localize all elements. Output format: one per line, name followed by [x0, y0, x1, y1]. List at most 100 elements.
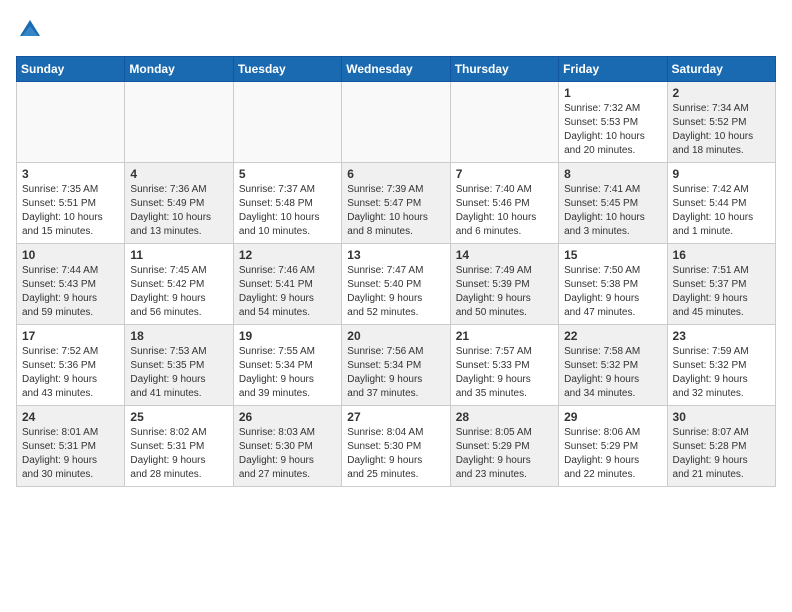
day-number: 14 [456, 248, 553, 262]
day-number: 24 [22, 410, 119, 424]
day-number: 20 [347, 329, 444, 343]
calendar-day-cell: 15 Sunrise: 7:50 AMSunset: 5:38 PMDayligh… [559, 244, 667, 325]
day-info: Sunrise: 7:56 AMSunset: 5:34 PMDaylight:… [347, 345, 444, 401]
calendar-day-cell: 27 Sunrise: 8:04 AMSunset: 5:30 PMDayligh… [342, 406, 450, 487]
day-number: 8 [564, 167, 661, 181]
day-number: 7 [456, 167, 553, 181]
calendar-day-cell: 26 Sunrise: 8:03 AMSunset: 5:30 PMDayligh… [233, 406, 341, 487]
calendar-day-cell: 24 Sunrise: 8:01 AMSunset: 5:31 PMDayligh… [17, 406, 125, 487]
day-info: Sunrise: 7:52 AMSunset: 5:36 PMDaylight:… [22, 345, 119, 401]
calendar-day-cell [17, 82, 125, 163]
calendar-day-cell: 9 Sunrise: 7:42 AMSunset: 5:44 PMDaylight… [667, 163, 775, 244]
calendar-day-cell: 25Sunrise: 8:02 AMSunset: 5:31 PMDayligh… [125, 406, 233, 487]
day-info: Sunrise: 7:58 AMSunset: 5:32 PMDaylight:… [564, 345, 661, 401]
calendar-day-cell: 6 Sunrise: 7:39 AMSunset: 5:47 PMDaylight… [342, 163, 450, 244]
day-number: 1 [564, 86, 661, 100]
day-info: Sunrise: 7:51 AMSunset: 5:37 PMDaylight:… [673, 264, 770, 320]
day-info: Sunrise: 7:55 AMSunset: 5:34 PMDaylight:… [239, 345, 336, 401]
calendar-day-cell: 10 Sunrise: 7:44 AMSunset: 5:43 PMDayligh… [17, 244, 125, 325]
calendar-day-cell: 13 Sunrise: 7:47 AMSunset: 5:40 PMDayligh… [342, 244, 450, 325]
day-number: 29 [564, 410, 661, 424]
calendar-day-cell: 16 Sunrise: 7:51 AMSunset: 5:37 PMDayligh… [667, 244, 775, 325]
day-info: Sunrise: 8:06 AMSunset: 5:29 PMDaylight:… [564, 426, 661, 482]
day-number: 6 [347, 167, 444, 181]
day-info: Sunrise: 7:50 AMSunset: 5:38 PMDaylight:… [564, 264, 661, 320]
day-number: 27 [347, 410, 444, 424]
day-number: 15 [564, 248, 661, 262]
day-number: 18 [130, 329, 227, 343]
day-number: 16 [673, 248, 770, 262]
calendar-day-cell: 30Sunrise: 8:07 AMSunset: 5:28 PMDayligh… [667, 406, 775, 487]
calendar-day-cell: 29 Sunrise: 8:06 AMSunset: 5:29 PMDayligh… [559, 406, 667, 487]
calendar-day-cell: 18 Sunrise: 7:53 AMSunset: 5:35 PMDayligh… [125, 325, 233, 406]
calendar-day-cell [342, 82, 450, 163]
day-info: Sunrise: 7:46 AMSunset: 5:41 PMDaylight:… [239, 264, 336, 320]
day-header-wednesday: Wednesday [342, 57, 450, 82]
day-number: 10 [22, 248, 119, 262]
calendar-day-cell [125, 82, 233, 163]
calendar-day-cell: 2 Sunrise: 7:34 AMSunset: 5:52 PMDaylight… [667, 82, 775, 163]
calendar-day-cell: 8Sunrise: 7:41 AMSunset: 5:45 PMDaylight… [559, 163, 667, 244]
calendar-day-cell: 11 Sunrise: 7:45 AMSunset: 5:42 PMDayligh… [125, 244, 233, 325]
day-number: 11 [130, 248, 227, 262]
calendar-day-cell: 1 Sunrise: 7:32 AMSunset: 5:53 PMDaylight… [559, 82, 667, 163]
day-header-saturday: Saturday [667, 57, 775, 82]
day-number: 28 [456, 410, 553, 424]
day-info: Sunrise: 7:39 AMSunset: 5:47 PMDaylight:… [347, 183, 444, 239]
day-number: 22 [564, 329, 661, 343]
calendar-week-row: 1 Sunrise: 7:32 AMSunset: 5:53 PMDaylight… [17, 82, 776, 163]
day-header-tuesday: Tuesday [233, 57, 341, 82]
calendar-week-row: 3Sunrise: 7:35 AMSunset: 5:51 PMDaylight… [17, 163, 776, 244]
day-info: Sunrise: 7:37 AMSunset: 5:48 PMDaylight:… [239, 183, 336, 239]
day-number: 9 [673, 167, 770, 181]
calendar-day-cell [450, 82, 558, 163]
page-header [16, 16, 776, 44]
calendar-day-cell: 3Sunrise: 7:35 AMSunset: 5:51 PMDaylight… [17, 163, 125, 244]
day-info: Sunrise: 7:57 AMSunset: 5:33 PMDaylight:… [456, 345, 553, 401]
day-info: Sunrise: 7:35 AMSunset: 5:51 PMDaylight:… [22, 183, 119, 239]
day-number: 26 [239, 410, 336, 424]
day-number: 21 [456, 329, 553, 343]
day-info: Sunrise: 7:32 AMSunset: 5:53 PMDaylight:… [564, 102, 661, 158]
day-header-friday: Friday [559, 57, 667, 82]
calendar-day-cell: 5 Sunrise: 7:37 AMSunset: 5:48 PMDaylight… [233, 163, 341, 244]
calendar-day-cell [233, 82, 341, 163]
day-info: Sunrise: 8:07 AMSunset: 5:28 PMDaylight:… [673, 426, 770, 482]
calendar-day-cell: 21 Sunrise: 7:57 AMSunset: 5:33 PMDayligh… [450, 325, 558, 406]
day-info: Sunrise: 7:36 AMSunset: 5:49 PMDaylight:… [130, 183, 227, 239]
calendar-day-cell: 23 Sunrise: 7:59 AMSunset: 5:32 PMDayligh… [667, 325, 775, 406]
day-number: 23 [673, 329, 770, 343]
calendar-day-cell: 7 Sunrise: 7:40 AMSunset: 5:46 PMDaylight… [450, 163, 558, 244]
calendar-week-row: 17 Sunrise: 7:52 AMSunset: 5:36 PMDayligh… [17, 325, 776, 406]
day-info: Sunrise: 7:40 AMSunset: 5:46 PMDaylight:… [456, 183, 553, 239]
day-header-monday: Monday [125, 57, 233, 82]
logo [16, 16, 48, 44]
day-number: 2 [673, 86, 770, 100]
calendar-day-cell: 14 Sunrise: 7:49 AMSunset: 5:39 PMDayligh… [450, 244, 558, 325]
day-info: Sunrise: 8:03 AMSunset: 5:30 PMDaylight:… [239, 426, 336, 482]
day-number: 4 [130, 167, 227, 181]
day-info: Sunrise: 8:01 AMSunset: 5:31 PMDaylight:… [22, 426, 119, 482]
calendar-day-cell: 19 Sunrise: 7:55 AMSunset: 5:34 PMDayligh… [233, 325, 341, 406]
calendar-day-cell: 22 Sunrise: 7:58 AMSunset: 5:32 PMDayligh… [559, 325, 667, 406]
day-info: Sunrise: 7:42 AMSunset: 5:44 PMDaylight:… [673, 183, 770, 239]
day-number: 13 [347, 248, 444, 262]
day-header-sunday: Sunday [17, 57, 125, 82]
calendar-day-cell: 17 Sunrise: 7:52 AMSunset: 5:36 PMDayligh… [17, 325, 125, 406]
day-info: Sunrise: 7:44 AMSunset: 5:43 PMDaylight:… [22, 264, 119, 320]
day-number: 19 [239, 329, 336, 343]
day-info: Sunrise: 7:34 AMSunset: 5:52 PMDaylight:… [673, 102, 770, 158]
day-info: Sunrise: 7:49 AMSunset: 5:39 PMDaylight:… [456, 264, 553, 320]
day-info: Sunrise: 8:05 AMSunset: 5:29 PMDaylight:… [456, 426, 553, 482]
day-info: Sunrise: 8:04 AMSunset: 5:30 PMDaylight:… [347, 426, 444, 482]
calendar-day-cell: 4 Sunrise: 7:36 AMSunset: 5:49 PMDaylight… [125, 163, 233, 244]
day-info: Sunrise: 7:47 AMSunset: 5:40 PMDaylight:… [347, 264, 444, 320]
day-info: Sunrise: 7:59 AMSunset: 5:32 PMDaylight:… [673, 345, 770, 401]
calendar-day-cell: 28 Sunrise: 8:05 AMSunset: 5:29 PMDayligh… [450, 406, 558, 487]
day-info: Sunrise: 7:45 AMSunset: 5:42 PMDaylight:… [130, 264, 227, 320]
day-info: Sunrise: 7:53 AMSunset: 5:35 PMDaylight:… [130, 345, 227, 401]
day-number: 5 [239, 167, 336, 181]
day-number: 17 [22, 329, 119, 343]
calendar-week-row: 10 Sunrise: 7:44 AMSunset: 5:43 PMDayligh… [17, 244, 776, 325]
calendar-day-cell: 20 Sunrise: 7:56 AMSunset: 5:34 PMDayligh… [342, 325, 450, 406]
